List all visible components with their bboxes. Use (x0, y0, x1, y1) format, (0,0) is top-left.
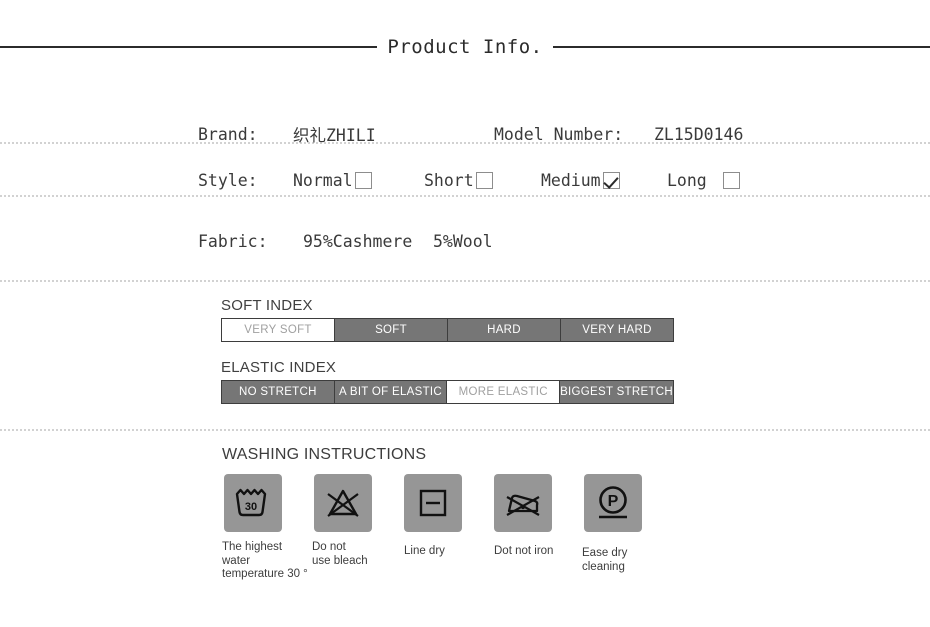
style-option-medium-label: Medium (541, 170, 601, 190)
washing-item-max-temperature: 30 The highest water temperature 30 ° (222, 474, 312, 582)
page-header: Product Info. (0, 32, 930, 62)
style-option-short-label: Short (424, 170, 474, 190)
washing-item-no-bleach-label: Do not use bleach (312, 541, 368, 567)
style-row: Style: Normal Short Medium Long (0, 168, 930, 192)
do-not-iron-icon (494, 474, 552, 532)
style-option-long-label: Long (667, 170, 707, 190)
soft-index-segment-very-hard[interactable]: VERY HARD (561, 319, 673, 341)
brand-value: 织礼ZHILI (293, 126, 376, 145)
elastic-index-segment-a-bit-of-elastic[interactable]: A BIT OF ELASTIC (334, 381, 448, 403)
style-checkbox-short[interactable] (475, 171, 493, 189)
soft-index-block: SOFT INDEX VERY SOFT SOFT HARD VERY HARD (221, 297, 674, 342)
style-option-medium[interactable]: Medium (541, 171, 620, 190)
washing-item-no-iron: Dot not iron (492, 474, 582, 559)
product-info-page: Product Info. Brand: 织礼ZHILI Model Numbe… (0, 0, 930, 627)
separator-2 (0, 195, 930, 197)
fabric-value-primary: 95%Cashmere (303, 231, 413, 251)
elastic-index-segment-biggest-stretch[interactable]: BIGGEST STRETCH (560, 381, 673, 403)
elastic-index-segment-no-stretch[interactable]: NO STRETCH (222, 381, 335, 403)
separator-4 (0, 429, 930, 431)
model-number-value: ZL15D0146 (654, 124, 744, 144)
washing-item-dry-clean: P Ease dry cleaning (582, 474, 672, 574)
fabric-value-secondary: 5%Wool (433, 231, 493, 251)
do-not-bleach-icon (314, 474, 372, 532)
washing-instructions-block: WASHING INSTRUCTIONS 30 The highest wate… (222, 446, 672, 582)
line-dry-icon (404, 474, 462, 532)
brand-label: Brand: (198, 124, 258, 144)
svg-text:30: 30 (245, 501, 257, 513)
page-title: Product Info. (387, 36, 543, 58)
style-checkbox-medium[interactable] (602, 171, 620, 189)
separator-3 (0, 280, 930, 282)
brand-row: Brand: 织礼ZHILI Model Number: ZL15D0146 (0, 122, 930, 146)
elastic-index-segment-more-elastic[interactable]: MORE ELASTIC (447, 381, 561, 403)
washing-item-dry-clean-label: Ease dry cleaning (582, 547, 628, 573)
washing-instructions-title: WASHING INSTRUCTIONS (222, 446, 427, 463)
fabric-label: Fabric: (198, 231, 268, 251)
soft-index-bar: VERY SOFT SOFT HARD VERY HARD (221, 318, 674, 342)
style-checkbox-normal[interactable] (354, 171, 372, 189)
washing-item-line-dry-label: Line dry (404, 545, 445, 557)
model-number-label: Model Number: (494, 124, 624, 144)
wash-tub-30-icon: 30 (224, 474, 282, 532)
dry-clean-symbol: P (608, 493, 619, 510)
elastic-index-bar: NO STRETCH A BIT OF ELASTIC MORE ELASTIC… (221, 380, 674, 404)
soft-index-segment-soft[interactable]: SOFT (335, 319, 448, 341)
washing-item-no-bleach: Do not use bleach (312, 474, 402, 568)
washing-item-no-iron-label: Dot not iron (494, 545, 554, 557)
header-rule-left (0, 46, 378, 48)
style-option-short[interactable]: Short (424, 171, 493, 190)
washing-item-max-temperature-label: The highest water temperature 30 ° (222, 541, 308, 581)
washing-item-line-dry: Line dry (402, 474, 492, 559)
elastic-index-title: ELASTIC INDEX (221, 359, 337, 376)
soft-index-segment-hard[interactable]: HARD (448, 319, 561, 341)
washing-instructions-list: 30 The highest water temperature 30 ° Do… (222, 474, 672, 582)
style-label: Style: (198, 170, 258, 190)
fabric-row: Fabric: 95%Cashmere 5%Wool (0, 229, 930, 253)
gentle-dry-clean-p-icon: P (584, 474, 642, 532)
style-option-long[interactable]: Long (667, 171, 740, 190)
soft-index-segment-very-soft[interactable]: VERY SOFT (222, 319, 335, 341)
style-option-normal-label: Normal (293, 170, 353, 190)
style-checkbox-long[interactable] (722, 171, 740, 189)
soft-index-title: SOFT INDEX (221, 297, 313, 314)
style-option-normal[interactable]: Normal (293, 171, 372, 190)
header-rule-right (552, 46, 930, 48)
elastic-index-block: ELASTIC INDEX NO STRETCH A BIT OF ELASTI… (221, 359, 674, 404)
